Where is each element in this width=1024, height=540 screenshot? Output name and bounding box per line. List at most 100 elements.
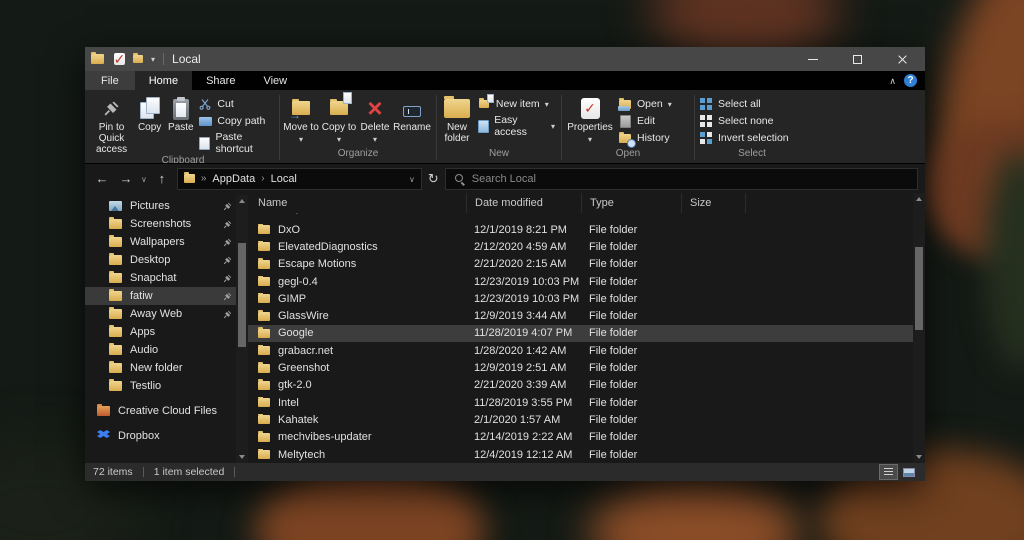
tab-share[interactable]: Share	[192, 71, 249, 90]
filelist-scroll-thumb[interactable]	[915, 247, 923, 330]
new-folder-button[interactable]: New folder	[439, 94, 475, 148]
column-header-name[interactable]: Name	[248, 197, 466, 209]
file-menu-button[interactable]: File	[85, 71, 135, 90]
folder-icon	[109, 289, 122, 301]
column-header-type[interactable]: Type	[581, 193, 681, 213]
copy-button[interactable]: Copy	[134, 94, 165, 148]
breadcrumb[interactable]: » AppData › Local	[176, 167, 422, 190]
scroll-up-icon[interactable]	[913, 193, 925, 205]
file-row-mechvibes-updater[interactable]: mechvibes-updater 12/14/2019 2:22 AM Fil…	[248, 429, 913, 446]
file-row-grabacr-net[interactable]: grabacr.net 1/28/2020 1:42 AM File folde…	[248, 342, 913, 359]
sidebar-item-snapchat[interactable]: Snapchat	[85, 269, 248, 287]
forward-button[interactable]: →	[117, 171, 135, 186]
file-row-gtk-2-0[interactable]: gtk-2.0 2/21/2020 3:39 AM File folder	[248, 377, 913, 394]
file-row-escape-motions[interactable]: Escape Motions 2/21/2020 2:15 AM File fo…	[248, 256, 913, 273]
sidebar-item-dropbox[interactable]: Dropbox	[85, 427, 248, 445]
file-row-dropbox[interactable]: Dropbox File folder	[248, 213, 913, 221]
sidebar-item-testlio[interactable]: Testlio	[85, 377, 248, 395]
sidebar-scrollbar[interactable]	[236, 195, 248, 463]
sidebar-item-desktop[interactable]: Desktop	[85, 251, 248, 269]
file-row-gimp[interactable]: GIMP 12/23/2019 10:03 PM File folder	[248, 290, 913, 307]
open-button[interactable]: Open	[618, 97, 672, 111]
qat-new-folder-icon[interactable]	[133, 53, 143, 63]
filelist-scrollbar[interactable]	[913, 193, 925, 463]
select-none-button[interactable]: Select none	[699, 114, 789, 128]
folder-icon	[109, 343, 122, 355]
copy-to-icon	[330, 92, 352, 120]
sidebar-item-away-web[interactable]: Away Web	[85, 305, 248, 323]
file-row-kahatek[interactable]: Kahatek 2/1/2020 1:57 AM File folder	[248, 411, 913, 428]
close-button[interactable]	[880, 47, 925, 71]
sidebar-item-wallpapers[interactable]: Wallpapers	[85, 233, 248, 251]
copy-to-button[interactable]: Copy to	[320, 92, 358, 148]
file-row-elevateddiagnostics[interactable]: ElevatedDiagnostics 2/12/2020 4:59 AM Fi…	[248, 238, 913, 255]
help-icon[interactable]	[904, 74, 917, 87]
back-button[interactable]: ←	[93, 171, 111, 186]
collapse-ribbon-icon[interactable]	[889, 75, 896, 87]
address-dropdown-chevron-icon[interactable]	[409, 173, 415, 185]
file-row-google[interactable]: Google 11/28/2019 4:07 PM File folder	[248, 324, 913, 343]
address-bar: ← → ↑ » AppData › Local ↻	[85, 163, 925, 193]
sidebar-item-pictures[interactable]: Pictures	[85, 197, 248, 215]
breadcrumb-item-appdata[interactable]: AppData	[212, 173, 255, 185]
qat-customize-chevron-icon[interactable]	[151, 53, 155, 65]
search-box[interactable]	[444, 167, 918, 190]
new-item-button[interactable]: New item	[477, 94, 555, 111]
paste-button[interactable]: Paste	[165, 94, 196, 148]
pictures-icon	[109, 201, 122, 211]
thumbnails-view-button[interactable]	[900, 465, 917, 479]
refresh-button[interactable]: ↻	[428, 171, 439, 187]
delete-button[interactable]: Delete	[358, 94, 392, 148]
file-row-glasswire[interactable]: GlassWire 12/9/2019 3:44 AM File folder	[248, 307, 913, 324]
titlebar[interactable]: Local	[85, 47, 925, 71]
select-all-button[interactable]: Select all	[699, 97, 789, 111]
cut-button[interactable]: Cut	[198, 97, 273, 111]
scroll-down-icon[interactable]	[913, 451, 925, 463]
search-input[interactable]	[471, 172, 909, 185]
properties-button[interactable]: Properties	[564, 94, 616, 148]
qat-properties-icon[interactable]	[114, 53, 125, 65]
scroll-down-icon[interactable]	[236, 451, 248, 463]
sidebar-item-screenshots[interactable]: Screenshots	[85, 215, 248, 233]
breadcrumb-item-local[interactable]: Local	[271, 173, 297, 185]
copy-icon	[139, 96, 160, 120]
ribbon-group-new: New folder New item Easy access New	[439, 92, 559, 163]
maximize-button[interactable]	[835, 47, 880, 71]
sidebar-scroll-thumb[interactable]	[238, 243, 246, 347]
file-row-gegl-0-4[interactable]: gegl-0.4 12/23/2019 10:03 PM File folder	[248, 273, 913, 290]
sidebar-item-creative-cloud-files[interactable]: Creative Cloud Files	[85, 402, 248, 420]
window-controls	[790, 47, 925, 71]
column-header-date-modified[interactable]: Date modified	[466, 193, 581, 213]
sidebar-item-audio[interactable]: Audio	[85, 341, 248, 359]
invert-selection-button[interactable]: Invert selection	[699, 131, 789, 145]
edit-button[interactable]: Edit	[618, 114, 672, 128]
minimize-button[interactable]	[790, 47, 835, 71]
paste-shortcut-button[interactable]: Paste shortcut	[198, 131, 273, 155]
pin-to-quick-access-button[interactable]: Pin to Quick access	[89, 94, 134, 155]
breadcrumb-overflow-icon[interactable]: »	[201, 173, 207, 184]
file-row-meltytech[interactable]: Meltytech 12/4/2019 12:12 AM File folder	[248, 446, 913, 463]
up-button[interactable]: ↑	[153, 171, 171, 186]
history-button[interactable]: History	[618, 131, 672, 148]
sidebar-item-fatiw[interactable]: fatiw	[85, 287, 248, 305]
file-row-dxo[interactable]: DxO 12/1/2019 8:21 PM File folder	[248, 221, 913, 238]
ribbon-tabstrip: File Home Share View	[85, 71, 925, 90]
rename-button[interactable]: Rename	[392, 94, 432, 148]
breadcrumb-separator-icon[interactable]: ›	[261, 173, 264, 184]
sidebar-item-apps[interactable]: Apps	[85, 323, 248, 341]
file-row-intel[interactable]: Intel 11/28/2019 3:55 PM File folder	[248, 394, 913, 411]
easy-access-button[interactable]: Easy access	[477, 114, 555, 138]
copy-path-button[interactable]: Copy path	[198, 114, 273, 128]
recent-locations-chevron-icon[interactable]	[141, 173, 147, 185]
chevron-down-icon	[588, 133, 592, 145]
item-count: 72 items	[93, 466, 133, 478]
ribbon-divider	[279, 95, 280, 160]
tab-home[interactable]: Home	[134, 71, 193, 90]
column-header-size[interactable]: Size	[681, 193, 745, 213]
move-to-button[interactable]: → Move to	[282, 94, 320, 148]
scroll-up-icon[interactable]	[236, 195, 248, 207]
details-view-button[interactable]	[879, 464, 898, 480]
sidebar-item-new-folder[interactable]: New folder	[85, 359, 248, 377]
tab-view[interactable]: View	[249, 71, 301, 90]
file-row-greenshot[interactable]: Greenshot 12/9/2019 2:51 AM File folder	[248, 359, 913, 376]
